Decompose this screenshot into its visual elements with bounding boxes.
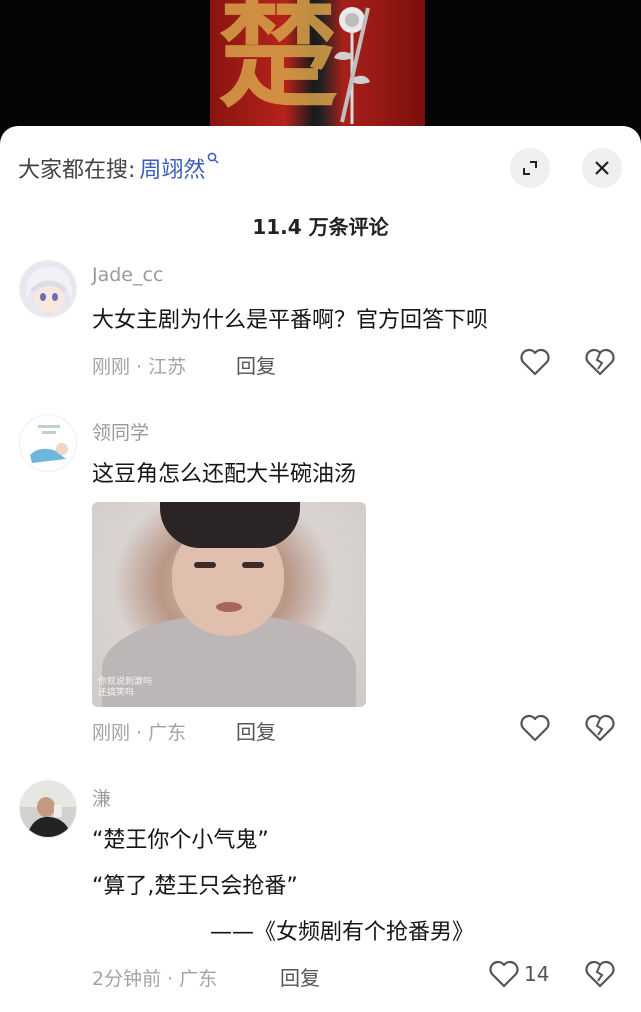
heart-icon [520, 348, 550, 376]
comment-text: “算了,楚王只会抢番” [92, 874, 298, 899]
comment-count: 11.4 万条评论 [252, 215, 389, 239]
video-poster: 楚 [0, 0, 641, 140]
search-icon [207, 152, 219, 168]
rose-sword-icon [334, 7, 370, 124]
comments-sheet: 大家都在搜: 周翊然 11.4 万条评论 Jade_cc 大女主剧为什么是平番啊… [0, 126, 641, 1012]
comment-text: “楚王你个小气鬼” [92, 828, 269, 853]
comment-text: 大女主剧为什么是平番啊？官方回答下呗 [92, 308, 489, 333]
avatar[interactable] [19, 260, 77, 318]
expand-button[interactable] [510, 148, 550, 188]
search-suggestion-prefix: 大家都在搜: [18, 158, 136, 183]
broken-heart-icon [585, 714, 615, 742]
avatar[interactable] [19, 780, 77, 838]
dislike-button[interactable] [584, 958, 616, 990]
comment-username[interactable]: Jade_cc [92, 264, 163, 286]
dislike-button[interactable] [584, 346, 616, 378]
broken-heart-icon [585, 348, 615, 376]
like-button[interactable] [488, 958, 520, 990]
like-count: 14 [524, 962, 550, 986]
reply-button[interactable]: 回复 [236, 350, 276, 379]
dislike-button[interactable] [584, 712, 616, 744]
expand-icon [523, 161, 537, 175]
close-button[interactable] [582, 148, 622, 188]
heart-icon [520, 714, 550, 742]
like-button[interactable] [519, 712, 551, 744]
comment-meta: 2分钟前 · 广东 [92, 968, 218, 990]
image-caption: 你就说刺激吗 还搞笑吗 [98, 677, 153, 699]
comment-text: ——《女频剧有个抢番男》 [210, 920, 475, 945]
close-icon [595, 161, 609, 175]
search-suggestion-term[interactable]: 周翊然 [139, 152, 205, 184]
broken-heart-icon [585, 960, 615, 988]
comment-username[interactable]: 领同学 [92, 418, 149, 445]
search-suggestion[interactable]: 大家都在搜: 周翊然 [18, 150, 219, 186]
like-button[interactable] [519, 346, 551, 378]
comment-meta: 刚刚 · 江苏 [92, 356, 187, 378]
poster-title-glyph: 楚 [218, 0, 338, 124]
comment-image[interactable]: 你就说刺激吗 还搞笑吗 [92, 502, 366, 707]
comment-text: 这豆角怎么还配大半碗油汤 [92, 462, 357, 487]
comment-meta: 刚刚 · 广东 [92, 722, 187, 744]
heart-icon [489, 960, 519, 988]
avatar[interactable] [19, 414, 77, 472]
reply-button[interactable]: 回复 [236, 716, 276, 745]
reply-button[interactable]: 回复 [280, 962, 320, 991]
comment-username[interactable]: 溓 [92, 784, 111, 811]
